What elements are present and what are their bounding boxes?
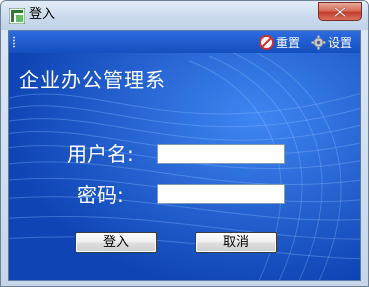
toolbar-grip[interactable] [13, 36, 15, 48]
login-button[interactable]: 登入 [75, 232, 157, 253]
app-title: 企业办公管理系 [19, 68, 166, 92]
title-bar[interactable]: 登入 [1, 1, 368, 30]
username-input[interactable] [157, 144, 285, 164]
reset-button[interactable]: 重置 [259, 34, 300, 50]
settings-label: 设置 [328, 35, 353, 50]
app-icon [8, 7, 26, 25]
reset-label: 重置 [276, 35, 301, 50]
cancel-button[interactable]: 取消 [195, 232, 277, 253]
login-window: 登入 重置 设置 企业办公管理系 用户名: 密码: 登入 取消 [0, 0, 369, 287]
password-label: 密码: [77, 183, 124, 207]
toolbar: 重置 设置 [9, 31, 360, 53]
gear-icon [311, 34, 326, 50]
settings-button[interactable]: 设置 [311, 34, 352, 50]
login-panel: 重置 设置 企业办公管理系 用户名: 密码: 登入 取消 [8, 30, 361, 281]
username-label: 用户名: [67, 142, 134, 166]
reset-icon [259, 34, 274, 50]
close-button[interactable] [318, 2, 362, 21]
close-icon [334, 7, 346, 17]
window-title: 登入 [29, 7, 56, 22]
password-input[interactable] [157, 184, 285, 204]
